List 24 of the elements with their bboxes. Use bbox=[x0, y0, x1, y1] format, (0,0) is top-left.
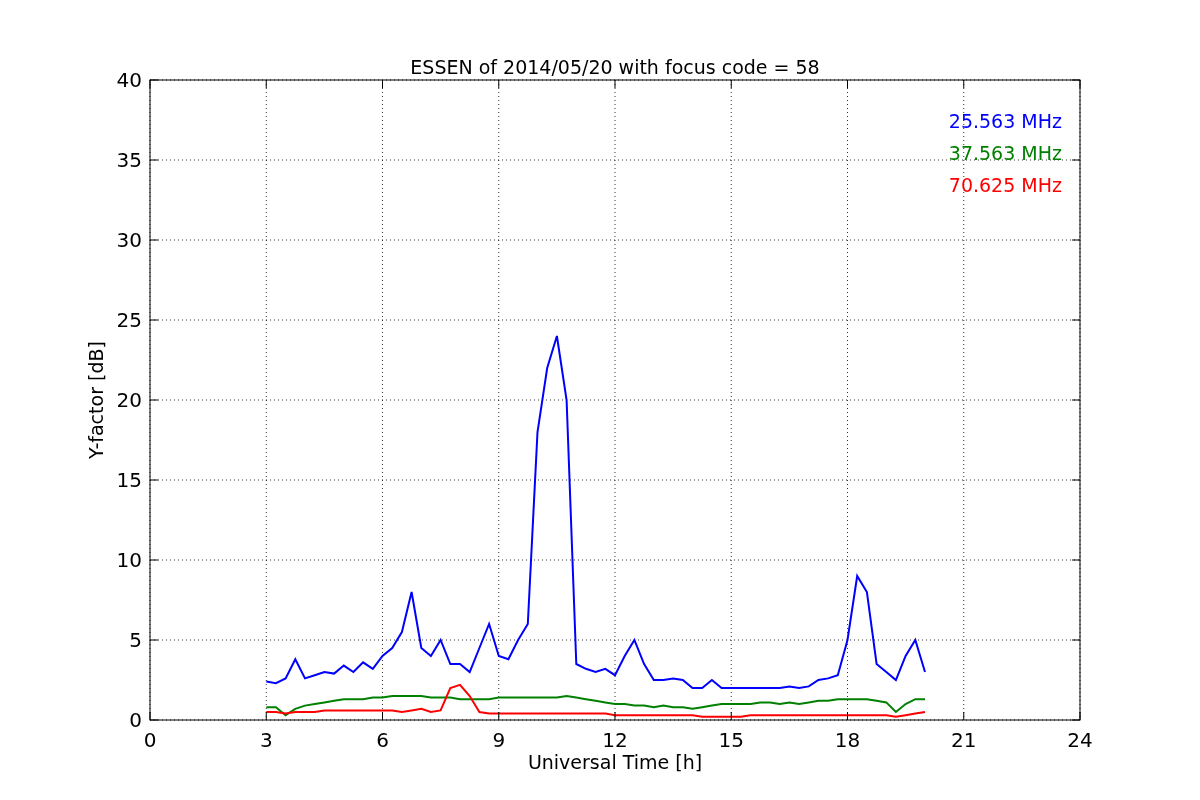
x-axis-label: Universal Time [h] bbox=[527, 751, 703, 773]
chart-title: ESSEN of 2014/05/20 with focus code = 58 bbox=[410, 56, 820, 78]
legend-label: 70.625 MHz bbox=[948, 174, 1062, 196]
legend-label: 37.563 MHz bbox=[948, 142, 1062, 164]
y-tick-label: 35 bbox=[116, 148, 142, 172]
x-tick-label: 12 bbox=[602, 728, 628, 752]
y-tick-label: 15 bbox=[116, 468, 142, 492]
y-tick-label: 40 bbox=[116, 68, 142, 92]
y-tick-label: 30 bbox=[116, 228, 142, 252]
x-tick-label: 18 bbox=[834, 728, 861, 752]
y-tick-label: 5 bbox=[129, 628, 142, 652]
x-tick-label: 21 bbox=[951, 728, 977, 752]
y-tick-label: 10 bbox=[116, 548, 142, 572]
legend-label: 25.563 MHz bbox=[948, 110, 1062, 132]
y-tick-label: 0 bbox=[129, 708, 142, 732]
y-axis-label: Y-factor [dB] bbox=[85, 341, 107, 459]
x-tick-label: 15 bbox=[718, 728, 744, 752]
x-tick-label: 3 bbox=[259, 728, 273, 752]
x-tick-label: 0 bbox=[143, 728, 157, 752]
x-tick-label: 24 bbox=[1067, 728, 1093, 752]
x-tick-label: 9 bbox=[492, 728, 506, 752]
y-tick-label: 20 bbox=[116, 388, 142, 412]
y-tick-label: 25 bbox=[116, 308, 142, 332]
x-tick-label: 6 bbox=[376, 728, 389, 752]
